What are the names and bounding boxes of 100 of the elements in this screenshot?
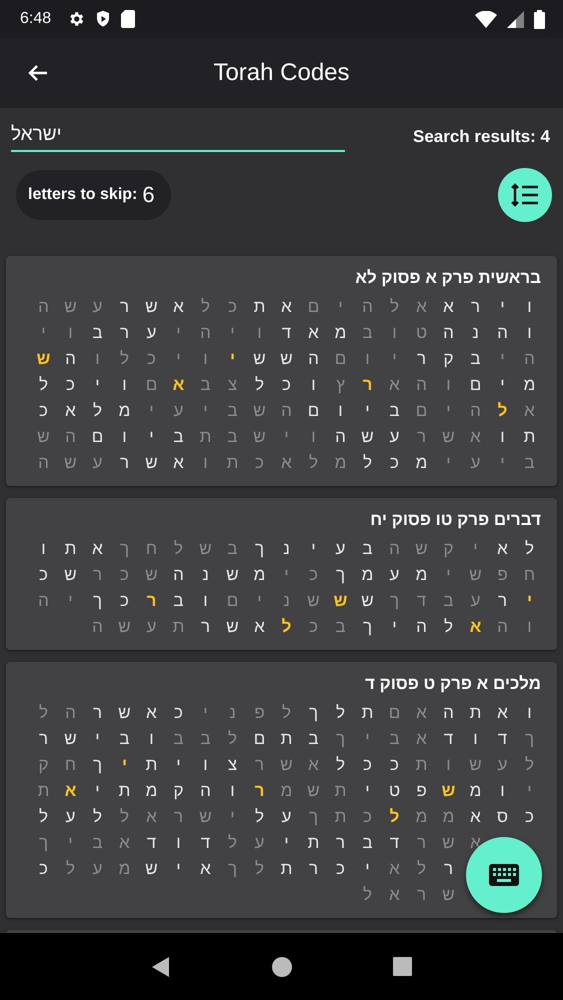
result-card[interactable]	[6, 662, 557, 918]
grid-letter: ר	[416, 884, 428, 906]
grid-letter: ר	[172, 806, 184, 828]
grid-letter: י	[175, 858, 182, 880]
grid-letter: ע	[470, 452, 482, 474]
grid-letter: כ	[362, 754, 373, 776]
skip-chip[interactable]: letters to skip: 6	[16, 170, 171, 220]
grid-letter: ר	[334, 832, 346, 854]
grid-letter: ת	[334, 780, 348, 802]
grid-letter: ע	[280, 806, 292, 828]
grid-letter: א	[280, 296, 293, 318]
grid-letter: ש	[144, 858, 159, 880]
grid-letter: ו	[310, 426, 317, 448]
grid-letter: ל	[254, 806, 266, 828]
verse-reference: דברים פרק טו פסוק יח	[369, 509, 542, 531]
grid-letter: ב	[172, 728, 185, 750]
grid-letter: ל	[524, 538, 536, 560]
grid-letter: ע	[470, 590, 482, 612]
grid-letter: כ	[173, 702, 184, 724]
grid-letter: ם	[306, 296, 320, 318]
grid-letter: ל	[443, 616, 454, 638]
grid-letter: י	[364, 780, 371, 802]
grid-letter: ש	[306, 590, 321, 612]
grid-letter: ם	[252, 728, 266, 750]
grid-letter: ך	[308, 702, 320, 724]
grid-letter: כ	[254, 452, 265, 474]
grid-letter: ד	[442, 728, 454, 750]
grid-letter: מ	[468, 780, 482, 802]
grid-letter: ת	[280, 728, 294, 750]
grid-letter: ה	[37, 452, 50, 474]
grid-letter: ש	[279, 348, 294, 370]
grid-letter: ו	[256, 322, 263, 344]
grid-letter: ר	[92, 564, 104, 586]
grid-letter: ש	[63, 452, 78, 474]
grid-letter: ו	[499, 780, 506, 802]
grid-letter: י	[175, 348, 182, 370]
grid-letter: ע	[92, 858, 104, 880]
grid-letter: י	[67, 590, 74, 612]
grid-letter: ה	[37, 296, 50, 318]
grid-letter: ך	[524, 728, 536, 750]
sd-card-icon	[121, 10, 136, 28]
grid-letter: י	[202, 702, 209, 724]
found-letter: א	[64, 780, 78, 802]
back-nav-icon[interactable]	[150, 956, 171, 978]
grid-letter: ש	[117, 616, 132, 638]
found-letter: ל	[388, 806, 400, 828]
result-card[interactable]	[6, 256, 557, 486]
result-card[interactable]: דברים פרק טו פסוק יח ל א י ק ש ה ב ע י נ ך ב ש ל ח ך א ת ו ח פ ש י מ ע מ ך כ י מ ש נ ה ש כ ר ש כ י ר ע ב ד ך ש ש ש נ י ם ו ב ר כ ך י ה ו ה א ל ה י ך ב כ ל א ש ר ת ע ש ה	[6, 498, 557, 650]
grid-letter: ק	[37, 754, 50, 776]
grid-letter: ב	[226, 538, 239, 560]
grid-letter: כ	[65, 374, 76, 396]
grid-letter: י	[94, 728, 101, 750]
grid-letter: ת	[306, 832, 320, 854]
grid-letter: ב	[91, 322, 104, 344]
grid-letter: ר	[442, 858, 454, 880]
grid-letter: ל	[254, 858, 266, 880]
grid-letter: ש	[225, 616, 240, 638]
grid-letter: ד	[200, 832, 212, 854]
grid-letter: ש	[63, 728, 78, 750]
grid-letter: א	[172, 296, 185, 318]
battery-icon	[534, 10, 545, 28]
grid-letter: ש	[117, 702, 132, 724]
grid-letter: ו	[445, 754, 452, 776]
grid-letter: ו	[202, 348, 209, 370]
recents-nav-icon[interactable]	[393, 957, 412, 976]
grid-letter: ש	[144, 296, 159, 318]
grid-letter: ח	[522, 564, 536, 586]
grid-letter: ט	[388, 780, 402, 802]
grid-letter: ש	[360, 426, 375, 448]
grid-letter: ר	[92, 702, 104, 724]
grid-letter: ו	[202, 754, 209, 776]
grid-letter: ר	[308, 858, 320, 880]
grid-letter: א	[280, 452, 293, 474]
grid-letter: ב	[442, 590, 455, 612]
grid-letter: ע	[146, 616, 158, 638]
grid-letter: ב	[334, 616, 347, 638]
grid-letter: נ	[201, 564, 210, 586]
grid-letter: י	[391, 616, 398, 638]
grid-letter: ש	[441, 884, 456, 906]
grid-letter: א	[91, 538, 104, 560]
grid-letter: כ	[524, 806, 535, 828]
grid-letter: ה	[361, 296, 374, 318]
grid-letter: ל	[119, 806, 130, 828]
grid-letter: ל	[227, 728, 238, 750]
grid-letter: ע	[496, 754, 508, 776]
grid-letter: א	[307, 322, 320, 344]
search-field[interactable]: ישראל	[11, 122, 345, 152]
grid-letter: מ	[252, 564, 266, 586]
grid-letter: י	[526, 780, 533, 802]
grid-letter: י	[283, 832, 290, 854]
grid-letter: כ	[308, 564, 319, 586]
grid-letter: ל	[92, 806, 104, 828]
grid-letter: ר	[118, 452, 130, 474]
grid-letter: ב	[199, 728, 212, 750]
home-nav-icon[interactable]	[272, 956, 292, 976]
grid-letter: ש	[63, 296, 78, 318]
grid-letter: ם	[388, 702, 402, 724]
grid-letter: ה	[64, 702, 77, 724]
sort-button[interactable]	[498, 168, 552, 222]
grid-letter: מ	[414, 564, 428, 586]
